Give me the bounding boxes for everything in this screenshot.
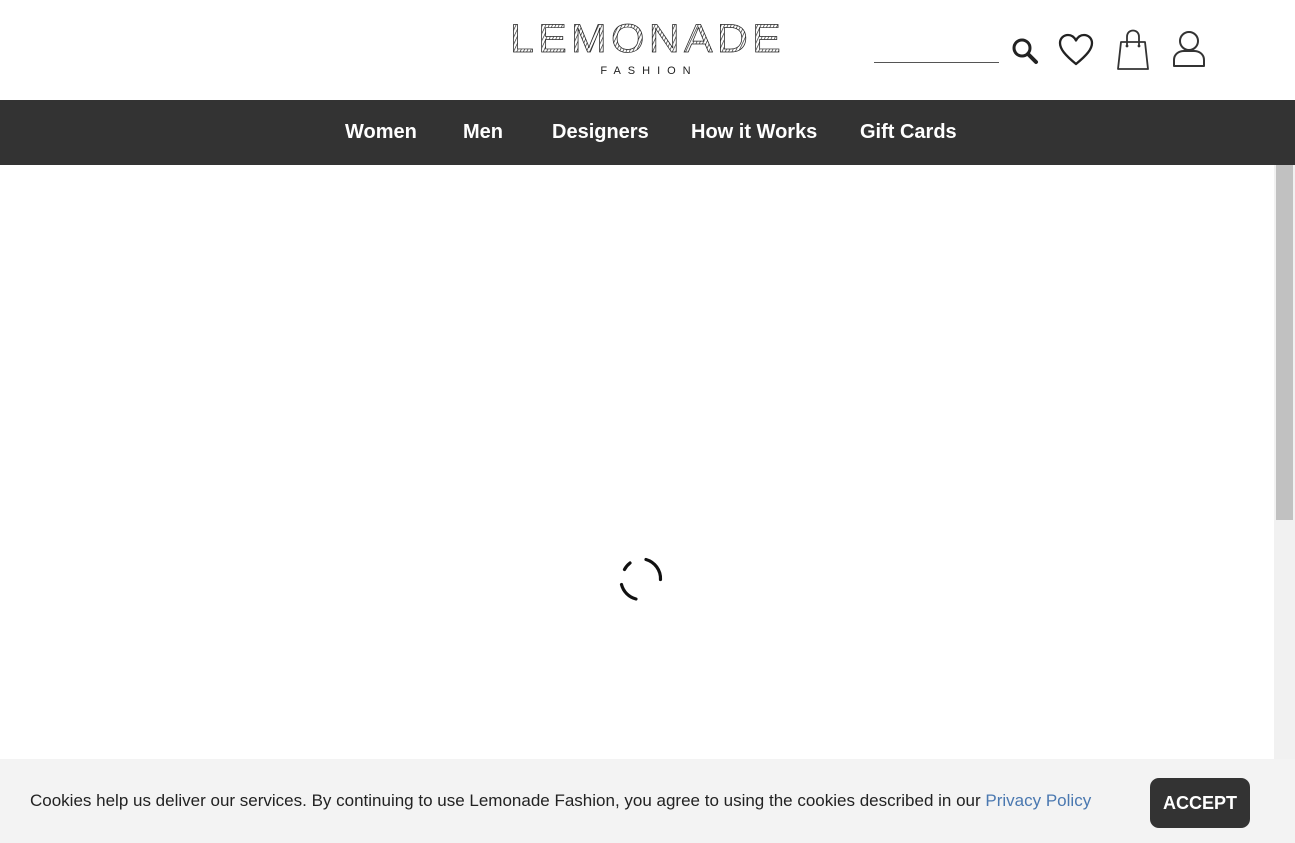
search-input[interactable] xyxy=(874,39,999,63)
heart-icon[interactable] xyxy=(1058,33,1094,67)
nav-item-women[interactable]: Women xyxy=(345,100,417,165)
nav-item-gift-cards[interactable]: Gift Cards xyxy=(860,100,957,165)
main-content xyxy=(0,165,1274,759)
lemonade-fashion-logo[interactable]: LEMONADE FASHION xyxy=(509,18,786,78)
search-icon[interactable] xyxy=(1010,36,1040,66)
cookie-message-text: Cookies help us deliver our services. By… xyxy=(30,791,986,810)
loading-spinner-icon xyxy=(618,557,663,602)
page-scrollbar-thumb[interactable] xyxy=(1276,165,1293,520)
cookie-message: Cookies help us deliver our services. By… xyxy=(30,790,1091,812)
logo-wordmark: LEMONADE xyxy=(510,18,785,61)
cookie-consent-banner: Cookies help us deliver our services. By… xyxy=(0,759,1295,843)
shopping-bag-icon[interactable] xyxy=(1116,29,1150,71)
nav-item-men[interactable]: Men xyxy=(463,100,503,165)
nav-item-how-it-works[interactable]: How it Works xyxy=(691,100,817,165)
accept-cookies-button[interactable]: ACCEPT xyxy=(1150,778,1250,828)
nav-item-designers[interactable]: Designers xyxy=(552,100,649,165)
site-header: LEMONADE FASHION xyxy=(0,0,1295,100)
logo-graphic: LEMONADE FASHION xyxy=(510,18,785,77)
privacy-policy-link[interactable]: Privacy Policy xyxy=(985,791,1091,810)
user-account-icon[interactable] xyxy=(1171,30,1207,68)
logo-subtitle: FASHION xyxy=(600,65,697,77)
main-navigation: Women Men Designers How it Works Gift Ca… xyxy=(0,100,1295,165)
